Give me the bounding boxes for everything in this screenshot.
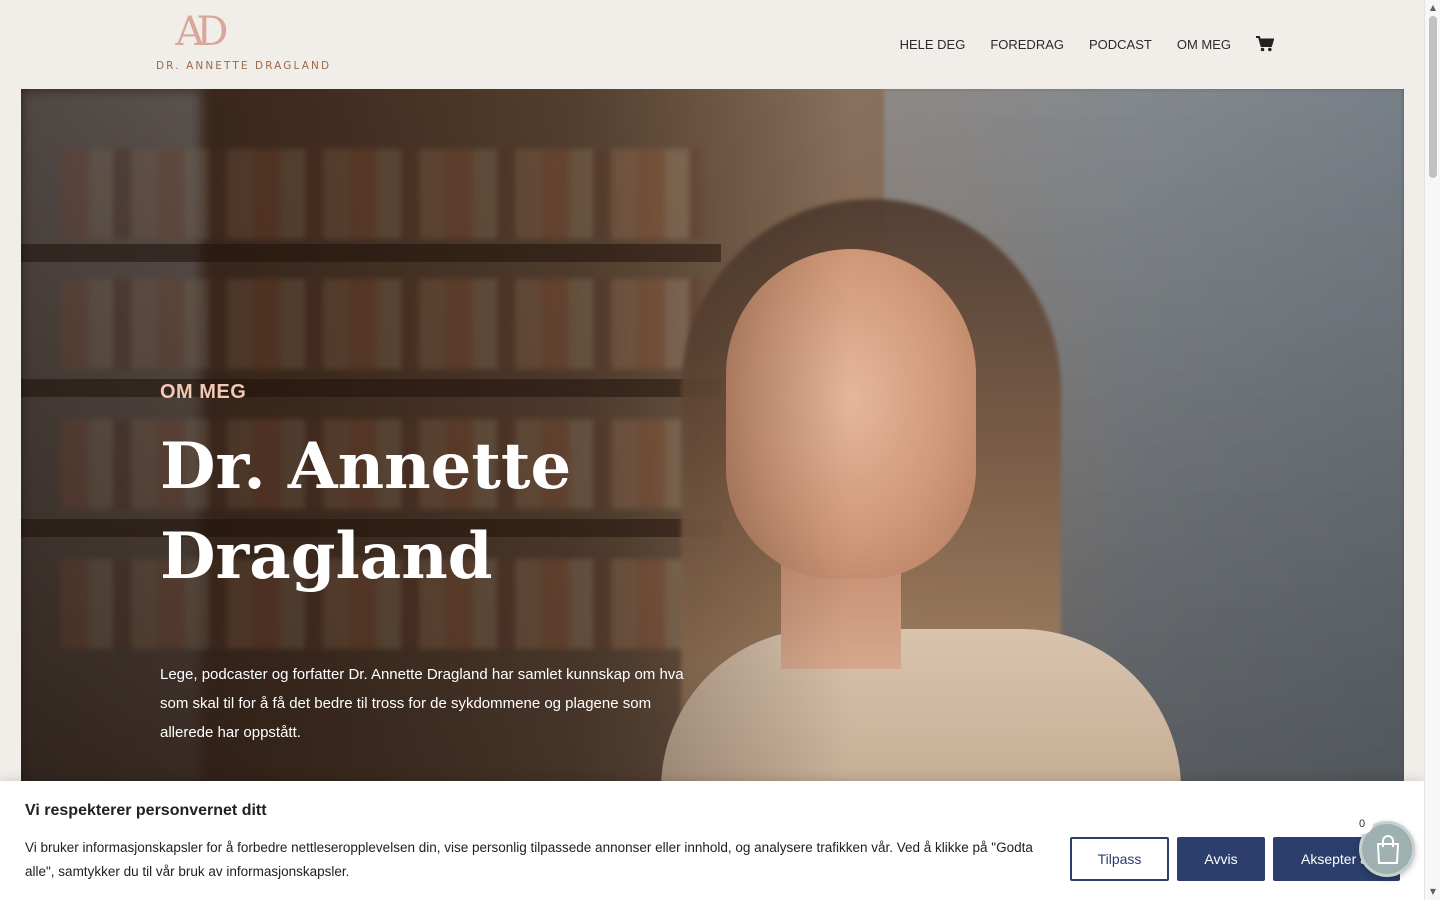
scroll-down-arrow-icon[interactable]: ▼ <box>1425 884 1440 900</box>
hero-title-line-2: Dragland <box>160 519 493 594</box>
nav-item-om-meg[interactable]: OM MEG <box>1177 37 1231 52</box>
cookie-banner-title: Vi respekterer personvernet ditt <box>25 802 267 819</box>
hero-description: Lege, podcaster og forfatter Dr. Annette… <box>160 666 684 741</box>
reject-button[interactable]: Avvis <box>1177 837 1265 881</box>
hero-section: OM MEG Dr. Annette Dragland Lege, podcas… <box>21 89 1404 789</box>
shopping-bag-icon <box>1376 835 1400 864</box>
scrollbar-thumb[interactable] <box>1429 16 1437 178</box>
hero-title: Dr. Annette Dragland <box>160 422 720 602</box>
page: AD DR. ANNETTE DRAGLAND HELE DEG FOREDRA… <box>0 0 1440 900</box>
site-logo[interactable]: AD DR. ANNETTE DRAGLAND <box>156 12 332 74</box>
hero-kicker: OM MEG <box>160 381 247 403</box>
hero-title-line-1: Dr. Annette <box>160 429 572 504</box>
page-scrollbar[interactable]: ▲ ▼ <box>1424 0 1440 900</box>
scroll-up-arrow-icon[interactable]: ▲ <box>1425 0 1440 16</box>
nav-item-hele-deg[interactable]: HELE DEG <box>900 37 966 52</box>
cookie-consent-banner: Vi respekterer personvernet ditt Vi bruk… <box>0 781 1424 900</box>
shopping-cart-icon[interactable] <box>1256 36 1274 52</box>
nav-item-foredrag[interactable]: FOREDRAG <box>990 37 1064 52</box>
cookie-banner-text: Vi bruker informasjonskapsler for å forb… <box>25 840 1033 879</box>
cart-count-badge: 0 <box>1351 814 1373 834</box>
hero-content: OM MEG Dr. Annette Dragland Lege, podcas… <box>160 381 720 747</box>
customize-button[interactable]: Tilpass <box>1070 837 1169 881</box>
nav-item-podcast[interactable]: PODCAST <box>1089 37 1152 52</box>
logo-monogram: AD <box>175 9 229 55</box>
logo-wordmark: DR. ANNETTE DRAGLAND <box>156 60 332 72</box>
main-nav: HELE DEG FOREDRAG PODCAST OM MEG <box>900 36 1274 52</box>
site-header: AD DR. ANNETTE DRAGLAND HELE DEG FOREDRA… <box>0 0 1424 88</box>
